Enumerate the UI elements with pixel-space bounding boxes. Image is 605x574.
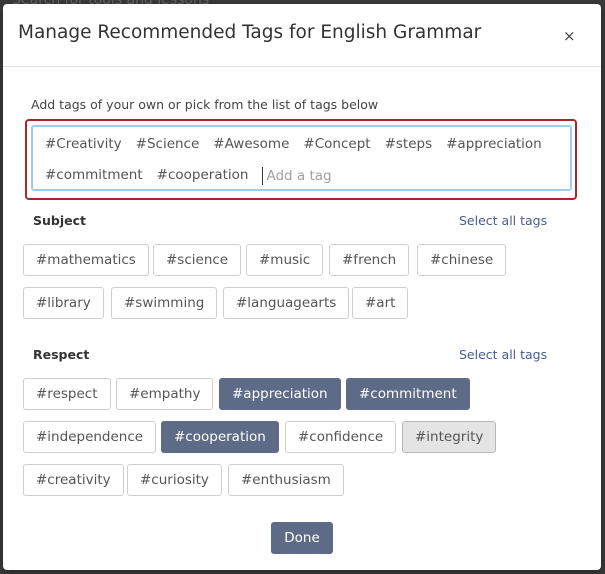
tag-chip-science[interactable]: #science <box>153 244 242 276</box>
selected-tag: #Awesome <box>213 136 290 152</box>
selected-tag: #Concept <box>303 136 371 152</box>
respect-select-all-link[interactable]: Select all tags <box>459 347 547 362</box>
selected-tags-row-1: #Creativity #Science #Awesome #Concept #… <box>45 136 542 152</box>
selected-tag: #commitment <box>45 167 143 183</box>
tag-chip-integrity[interactable]: #integrity <box>402 421 497 453</box>
instruction-text: Add tags of your own or pick from the li… <box>31 97 379 112</box>
tag-chip-french[interactable]: #french <box>329 244 410 276</box>
modal-title: Manage Recommended Tags for English Gram… <box>18 22 482 43</box>
selected-tag: #Science <box>135 136 200 152</box>
respect-section-title: Respect <box>33 347 90 362</box>
tag-chip-swimming[interactable]: #swimming <box>111 287 218 319</box>
tag-input-box[interactable]: #Creativity #Science #Awesome #Concept #… <box>31 125 572 191</box>
tag-chip-library[interactable]: #library <box>23 287 104 319</box>
selected-tag: #cooperation <box>156 167 249 183</box>
tag-chip-commitment[interactable]: #commitment <box>346 378 470 410</box>
selected-tag: #appreciation <box>446 136 542 152</box>
tag-chip-mathematics[interactable]: #mathematics <box>23 244 149 276</box>
done-button[interactable]: Done <box>271 522 333 554</box>
subject-section-title: Subject <box>33 213 86 228</box>
tag-chip-appreciation[interactable]: #appreciation <box>219 378 341 410</box>
add-tag-input[interactable] <box>262 167 447 185</box>
tag-chip-chinese[interactable]: #chinese <box>417 244 507 276</box>
tag-chip-enthusiasm[interactable]: #enthusiasm <box>228 464 344 496</box>
tag-field-highlight: #Creativity #Science #Awesome #Concept #… <box>25 119 577 200</box>
manage-tags-modal: Manage Recommended Tags for English Gram… <box>3 4 601 570</box>
close-icon[interactable]: × <box>563 28 576 44</box>
modal-header: Manage Recommended Tags for English Gram… <box>3 4 601 67</box>
tag-chip-creativity[interactable]: #creativity <box>23 464 124 496</box>
selected-tag: #Creativity <box>45 136 122 152</box>
tag-chip-music[interactable]: #music <box>246 244 324 276</box>
tag-chip-independence[interactable]: #independence <box>23 421 157 453</box>
tag-chip-empathy[interactable]: #empathy <box>116 378 214 410</box>
subject-select-all-link[interactable]: Select all tags <box>459 213 547 228</box>
selected-tags-row-2: #commitment #cooperation <box>45 167 447 185</box>
tag-chip-respect[interactable]: #respect <box>23 378 111 410</box>
tag-chip-cooperation[interactable]: #cooperation <box>161 421 279 453</box>
tag-chip-languagearts[interactable]: #languagearts <box>223 287 350 319</box>
tag-chip-art[interactable]: #art <box>352 287 409 319</box>
selected-tag: #steps <box>384 136 433 152</box>
tag-chip-confidence[interactable]: #confidence <box>285 421 397 453</box>
tag-chip-curiosity[interactable]: #curiosity <box>127 464 222 496</box>
